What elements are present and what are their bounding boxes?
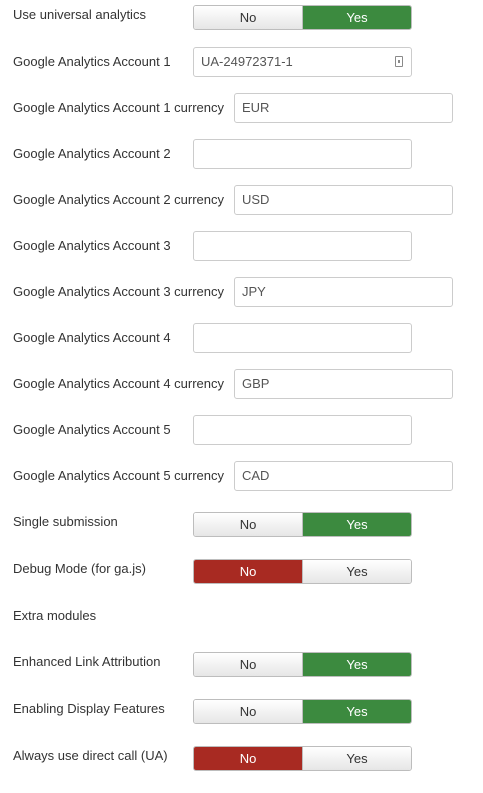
- universal-analytics-yes-button[interactable]: Yes: [302, 6, 411, 29]
- single-submission-toggle: No Yes: [193, 512, 412, 537]
- enhanced-link-no-button[interactable]: No: [194, 653, 302, 676]
- account-4-label: Google Analytics Account 4: [13, 330, 171, 345]
- enhanced-link-label: Enhanced Link Attribution: [13, 654, 161, 669]
- universal-analytics-label: Use universal analytics: [13, 7, 146, 22]
- account-3-currency-input[interactable]: JPY: [234, 277, 453, 307]
- account-4-input[interactable]: [193, 323, 412, 353]
- account-2-currency-input[interactable]: USD: [234, 185, 453, 215]
- debug-mode-label: Debug Mode (for ga.js): [13, 561, 146, 576]
- extra-modules-heading: Extra modules: [13, 608, 97, 623]
- account-1-currency-input[interactable]: EUR: [234, 93, 453, 123]
- enhanced-link-toggle: No Yes: [193, 652, 412, 677]
- display-features-toggle: No Yes: [193, 699, 412, 724]
- account-1-currency-label: Google Analytics Account 1 currency: [13, 100, 225, 115]
- account-3-input[interactable]: [193, 231, 412, 261]
- account-5-input[interactable]: [193, 415, 412, 445]
- direct-call-label: Always use direct call (UA): [13, 748, 168, 763]
- account-3-currency-label: Google Analytics Account 3 currency: [13, 284, 225, 299]
- single-submission-yes-button[interactable]: Yes: [302, 513, 411, 536]
- account-4-currency-input[interactable]: GBP: [234, 369, 453, 399]
- account-2-currency-label: Google Analytics Account 2 currency: [13, 192, 225, 207]
- debug-mode-toggle: No Yes: [193, 559, 412, 584]
- account-4-currency-label: Google Analytics Account 4 currency: [13, 376, 225, 391]
- debug-mode-yes-button[interactable]: Yes: [302, 560, 411, 583]
- single-submission-no-button[interactable]: No: [194, 513, 302, 536]
- display-features-no-button[interactable]: No: [194, 700, 302, 723]
- account-2-label: Google Analytics Account 2: [13, 146, 171, 161]
- account-5-currency-input[interactable]: CAD: [234, 461, 453, 491]
- key-icon: [395, 56, 403, 67]
- single-submission-label: Single submission: [13, 514, 118, 529]
- universal-analytics-no-button[interactable]: No: [194, 6, 302, 29]
- account-1-input[interactable]: UA-24972371-1: [193, 47, 412, 77]
- display-features-yes-button[interactable]: Yes: [302, 700, 411, 723]
- universal-analytics-toggle: No Yes: [193, 5, 412, 30]
- display-features-label: Enabling Display Features: [13, 701, 165, 716]
- account-1-value: UA-24972371-1: [201, 54, 293, 69]
- debug-mode-no-button[interactable]: No: [194, 560, 302, 583]
- direct-call-yes-button[interactable]: Yes: [302, 747, 411, 770]
- enhanced-link-yes-button[interactable]: Yes: [302, 653, 411, 676]
- direct-call-toggle: No Yes: [193, 746, 412, 771]
- direct-call-no-button[interactable]: No: [194, 747, 302, 770]
- account-5-label: Google Analytics Account 5: [13, 422, 171, 437]
- account-3-label: Google Analytics Account 3: [13, 238, 171, 253]
- account-5-currency-label: Google Analytics Account 5 currency: [13, 468, 225, 483]
- account-2-input[interactable]: [193, 139, 412, 169]
- account-1-label: Google Analytics Account 1: [13, 54, 171, 69]
